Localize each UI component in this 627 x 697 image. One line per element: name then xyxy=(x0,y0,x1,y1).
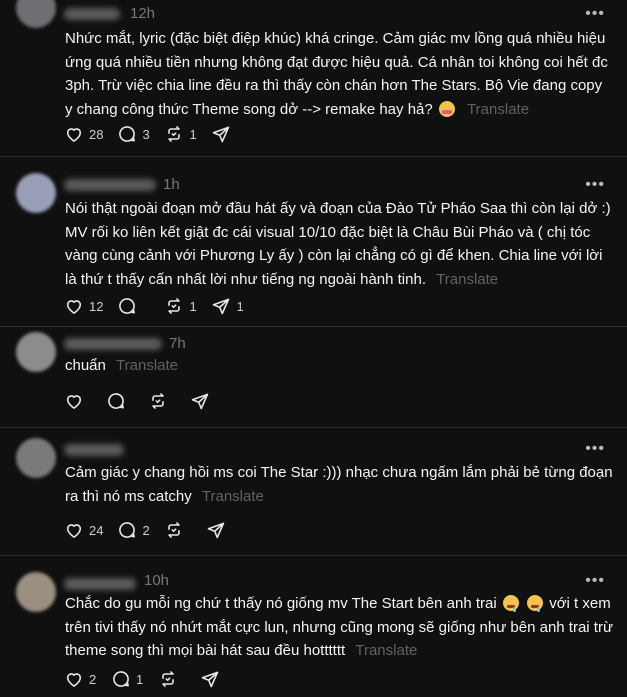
heart-icon xyxy=(66,300,82,314)
avatar[interactable] xyxy=(16,332,56,372)
drooling-face-icon xyxy=(502,595,519,612)
repost-icon xyxy=(168,298,181,314)
comment-icon xyxy=(119,522,136,538)
like-button[interactable] xyxy=(64,391,84,411)
send-icon xyxy=(213,126,230,143)
comment-text: chuẩn Translate xyxy=(65,354,613,378)
heart-icon xyxy=(66,128,82,142)
avatar[interactable] xyxy=(16,173,56,213)
comment-text: Nói thật ngoài đoạn mở đầu hát ấy và đoạ… xyxy=(65,197,613,291)
timestamp: 10h xyxy=(144,572,170,589)
repost-icon xyxy=(152,393,164,409)
timestamp: 12h xyxy=(130,5,156,22)
translate-link[interactable]: Translate xyxy=(116,357,178,374)
like-count: 12 xyxy=(89,298,104,314)
more-icon[interactable]: ••• xyxy=(585,441,605,457)
action-bar: 2 1 xyxy=(64,667,242,691)
translate-link[interactable]: Translate xyxy=(355,642,417,659)
avatar[interactable] xyxy=(16,438,56,478)
heart-icon xyxy=(66,395,82,409)
share-button[interactable] xyxy=(206,520,226,540)
like-button[interactable]: 12 xyxy=(64,296,103,316)
reply-button[interactable]: 3 xyxy=(117,124,150,144)
heart-icon xyxy=(66,524,82,538)
comment-body: Cảm giác y chang hồi ms coi The Star :))… xyxy=(65,464,613,505)
reply-button[interactable] xyxy=(106,391,126,411)
reply-button[interactable] xyxy=(117,296,150,316)
drooling-face-icon xyxy=(527,595,544,612)
comment-body: Nói thật ngoài đoạn mở đầu hát ấy và đoạ… xyxy=(65,200,611,288)
comment-post: 7h chuẩn Translate xyxy=(0,327,627,427)
heart-icon xyxy=(66,673,82,687)
action-bar: 24 2 xyxy=(64,518,248,542)
repost-button[interactable] xyxy=(164,520,184,540)
comment-icon xyxy=(108,393,124,409)
comment-post: 10h ••• Chắc do gu mỗi ng chứ t thấy nó … xyxy=(0,556,627,697)
reply-count: 2 xyxy=(142,522,150,538)
repost-count: 1 xyxy=(189,126,197,142)
reply-button[interactable]: 2 xyxy=(117,520,150,540)
share-button[interactable] xyxy=(211,124,244,144)
reply-button[interactable]: 1 xyxy=(111,669,144,689)
more-icon[interactable]: ••• xyxy=(585,177,605,193)
like-count: 2 xyxy=(89,671,97,687)
timestamp: 7h xyxy=(169,335,186,352)
action-bar: 12 1 1 xyxy=(64,294,258,318)
like-button[interactable]: 28 xyxy=(64,124,103,144)
comment-text: Nhức mắt, lyric (đặc biệt điệp khúc) khá… xyxy=(65,27,613,121)
send-icon xyxy=(191,393,209,410)
comment-icon xyxy=(119,126,136,142)
repost-button[interactable]: 1 xyxy=(164,124,197,144)
repost-button[interactable] xyxy=(158,669,178,689)
comment-post: ••• Cảm giác y chang hồi ms coi The Star… xyxy=(0,428,627,556)
like-count: 28 xyxy=(89,126,104,142)
repost-icon xyxy=(162,671,174,687)
avatar[interactable] xyxy=(16,0,56,28)
action-bar xyxy=(64,389,232,413)
username[interactable] xyxy=(64,578,136,590)
username[interactable] xyxy=(64,179,156,191)
avatar[interactable] xyxy=(16,572,56,612)
comment-icon xyxy=(113,671,129,687)
repost-icon xyxy=(168,522,181,538)
reply-count: 1 xyxy=(136,671,144,687)
reply-count: 3 xyxy=(142,126,150,142)
blushing-emoji-icon xyxy=(438,100,455,117)
repost-button[interactable] xyxy=(148,391,168,411)
repost-icon xyxy=(168,126,181,142)
translate-link[interactable]: Translate xyxy=(202,488,264,505)
timestamp: 1h xyxy=(163,176,180,193)
repost-button[interactable]: 1 xyxy=(164,296,197,316)
like-button[interactable]: 24 xyxy=(64,520,103,540)
translate-link[interactable]: Translate xyxy=(436,271,498,288)
like-count: 24 xyxy=(89,522,104,538)
more-icon[interactable]: ••• xyxy=(585,6,605,22)
translate-link[interactable]: Translate xyxy=(467,101,529,118)
comment-text: Chắc do gu mỗi ng chứ t thấy nó giống mv… xyxy=(65,592,613,663)
send-icon xyxy=(208,522,225,539)
share-count: 1 xyxy=(236,298,244,314)
comment-body: Chắc do gu mỗi ng chứ t thấy nó giống mv… xyxy=(65,595,497,612)
comment-body: chuẩn xyxy=(65,357,106,374)
comment-post: 1h ••• Nói thật ngoài đoạn mở đầu hát ấy… xyxy=(0,157,627,327)
username[interactable] xyxy=(64,8,120,20)
more-icon[interactable]: ••• xyxy=(585,573,605,589)
action-bar: 28 3 1 xyxy=(64,122,258,146)
share-button[interactable] xyxy=(190,391,210,411)
comment-text: Cảm giác y chang hồi ms coi The Star :))… xyxy=(65,461,613,508)
share-button[interactable]: 1 xyxy=(211,296,244,316)
username[interactable] xyxy=(64,338,162,350)
comment-icon xyxy=(119,298,136,314)
share-button[interactable] xyxy=(200,669,220,689)
send-icon xyxy=(201,671,219,688)
send-icon xyxy=(213,298,230,315)
username[interactable] xyxy=(64,444,124,456)
like-button[interactable]: 2 xyxy=(64,669,97,689)
repost-count: 1 xyxy=(189,298,197,314)
comment-post: 12h ••• Nhức mắt, lyric (đặc biệt điệp k… xyxy=(0,0,627,157)
